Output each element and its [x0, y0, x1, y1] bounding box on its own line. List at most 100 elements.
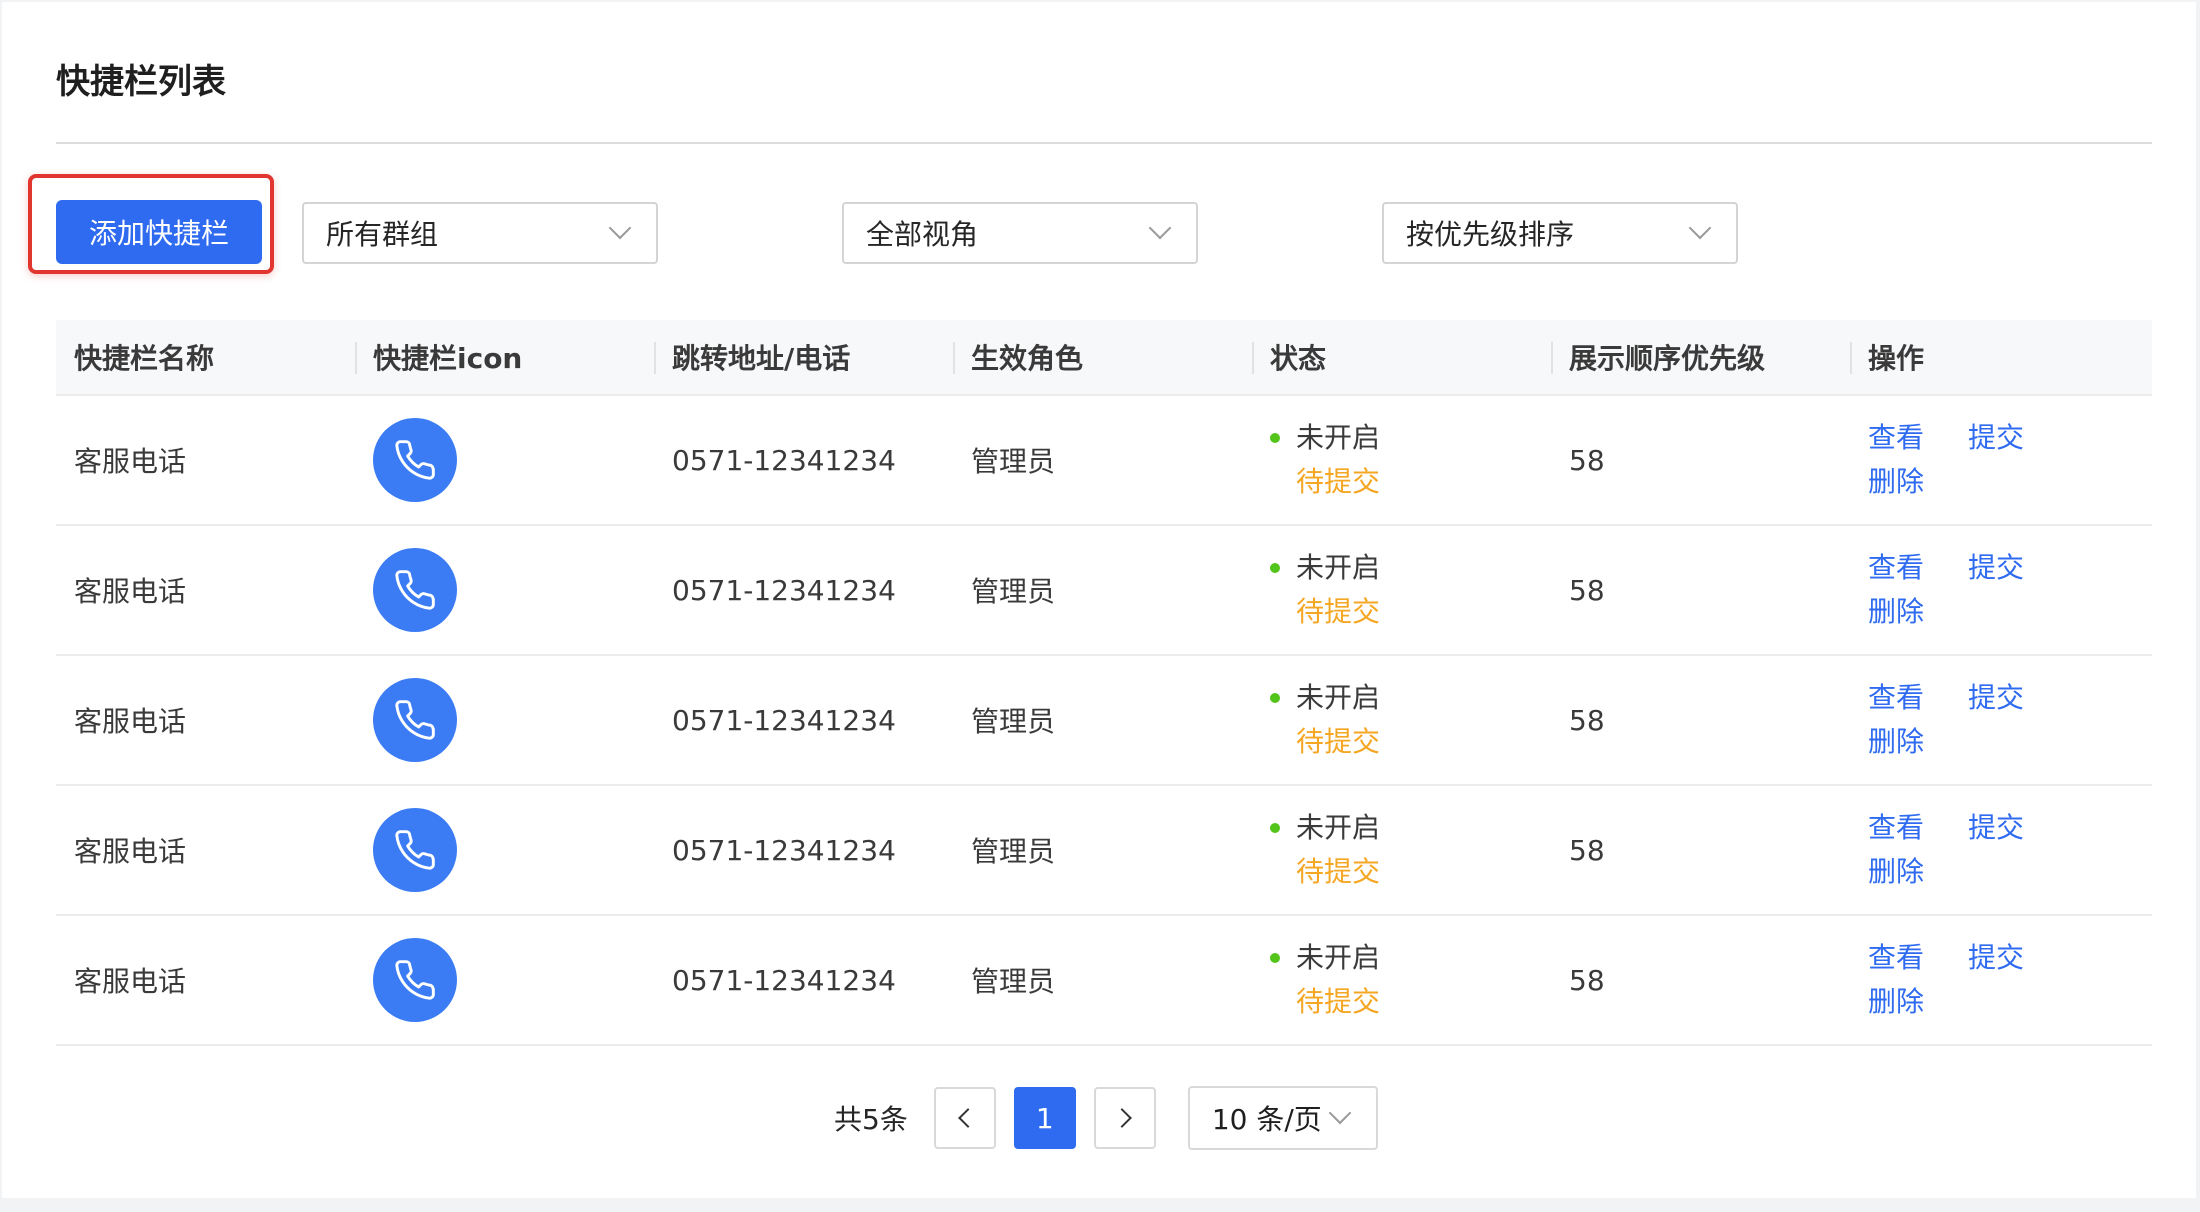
- status-line: 未开启: [1270, 416, 1380, 460]
- column-header-status: 状态: [1252, 320, 1551, 394]
- actions-line: 查看 提交: [1868, 546, 2068, 590]
- table-body: 客服电话 0571-12341234 管理员 未开启 待提交 58 查看 提交: [56, 396, 2152, 1046]
- actions-line: 查看 提交: [1868, 806, 2068, 850]
- status-line: 未开启: [1270, 936, 1380, 980]
- cell-priority: 58: [1569, 443, 1605, 477]
- actions-line: 删除: [1868, 720, 1968, 764]
- table-row: 客服电话 0571-12341234 管理员 未开启 待提交 58 查看 提交: [56, 916, 2152, 1046]
- actions-line: 查看 提交: [1868, 676, 2068, 720]
- status-text: 未开启: [1296, 421, 1381, 454]
- cell-target: 0571-12341234: [672, 703, 896, 737]
- submit-link[interactable]: 提交: [1968, 416, 2024, 460]
- view-link[interactable]: 查看: [1868, 676, 1924, 720]
- cell-role: 管理员: [971, 445, 1056, 478]
- status-text: 未开启: [1296, 551, 1381, 584]
- page-title: 快捷栏列表: [56, 62, 226, 102]
- cell-icon: [355, 396, 654, 524]
- cell-role: 管理员: [971, 835, 1056, 868]
- view-select[interactable]: 全部视角: [842, 202, 1198, 264]
- cell-actions: 查看 提交 删除: [1850, 656, 2152, 784]
- view-select-value: 全部视角: [866, 218, 979, 251]
- status-line: 未开启: [1270, 546, 1380, 590]
- sub-status-text: 待提交: [1296, 855, 1381, 888]
- actions-line: 删除: [1868, 980, 1968, 1024]
- cell-name: 客服电话: [74, 445, 187, 478]
- column-header-role: 生效角色: [953, 320, 1252, 394]
- column-header-actions: 操作: [1850, 320, 2152, 394]
- chevron-down-icon: [1688, 216, 1712, 240]
- chevron-down-icon: [608, 216, 632, 240]
- cell-name: 客服电话: [74, 965, 187, 998]
- status-dot: [1270, 563, 1280, 573]
- status-text: 未开启: [1296, 681, 1381, 714]
- delete-link[interactable]: 删除: [1868, 980, 1924, 1024]
- pagination: 共5条 1 10 条/页: [834, 1086, 1378, 1150]
- cell-status: 未开启 待提交: [1252, 656, 1551, 784]
- status-text: 未开启: [1296, 811, 1381, 844]
- cell-status: 未开启 待提交: [1252, 786, 1551, 914]
- page-number-button[interactable]: 1: [1013, 1087, 1076, 1149]
- shortcut-table: 快捷栏名称 快捷栏icon 跳转地址/电话 生效角色 状态 展示顺序优先级 操作…: [56, 320, 2152, 1046]
- column-header-name: 快捷栏名称: [74, 342, 215, 375]
- table-row: 客服电话 0571-12341234 管理员 未开启 待提交 58 查看 提交: [56, 656, 2152, 786]
- phone-icon: [373, 548, 457, 632]
- cell-actions: 查看 提交 删除: [1850, 396, 2152, 524]
- view-link[interactable]: 查看: [1868, 416, 1924, 460]
- status-dot: [1270, 433, 1280, 443]
- table-header: 快捷栏名称 快捷栏icon 跳转地址/电话 生效角色 状态 展示顺序优先级 操作: [56, 320, 2152, 396]
- page-size-select[interactable]: 10 条/页: [1187, 1086, 1378, 1150]
- table-row: 客服电话 0571-12341234 管理员 未开启 待提交 58 查看 提交: [56, 526, 2152, 656]
- cell-priority: 58: [1569, 573, 1605, 607]
- page-size-value: 10 条/页: [1211, 1103, 1322, 1136]
- status-line: 未开启: [1270, 676, 1380, 720]
- cell-name: 客服电话: [74, 705, 187, 738]
- cell-actions: 查看 提交 删除: [1850, 916, 2152, 1044]
- submit-link[interactable]: 提交: [1968, 936, 2024, 980]
- chevron-down-icon: [1328, 1101, 1352, 1125]
- sort-select-value: 按优先级排序: [1406, 218, 1575, 251]
- submit-link[interactable]: 提交: [1968, 676, 2024, 720]
- add-shortcut-button[interactable]: 添加快捷栏: [56, 200, 262, 264]
- cell-name: 客服电话: [74, 835, 187, 868]
- chevron-down-icon: [1148, 216, 1172, 240]
- cell-priority: 58: [1569, 703, 1605, 737]
- cell-priority: 58: [1569, 963, 1605, 997]
- status-dot: [1270, 693, 1280, 703]
- delete-link[interactable]: 删除: [1868, 720, 1924, 764]
- cell-role: 管理员: [971, 705, 1056, 738]
- cell-status: 未开启 待提交: [1252, 526, 1551, 654]
- delete-link[interactable]: 删除: [1868, 590, 1924, 634]
- column-header-target: 跳转地址/电话: [654, 320, 953, 394]
- cell-priority: 58: [1569, 833, 1605, 867]
- cell-status: 未开启 待提交: [1252, 396, 1551, 524]
- title-divider: [56, 142, 2152, 144]
- actions-line: 查看 提交: [1868, 936, 2068, 980]
- pagination-total: 共5条: [834, 1103, 908, 1136]
- delete-link[interactable]: 删除: [1868, 850, 1924, 894]
- column-header-icon: 快捷栏icon: [355, 320, 654, 394]
- submit-link[interactable]: 提交: [1968, 806, 2024, 850]
- column-header-priority: 展示顺序优先级: [1551, 320, 1850, 394]
- chevron-left-icon: [957, 1108, 978, 1128]
- phone-icon: [373, 678, 457, 762]
- view-link[interactable]: 查看: [1868, 936, 1924, 980]
- sort-select[interactable]: 按优先级排序: [1382, 202, 1738, 264]
- cell-status: 未开启 待提交: [1252, 916, 1551, 1044]
- view-link[interactable]: 查看: [1868, 546, 1924, 590]
- cell-target: 0571-12341234: [672, 573, 896, 607]
- actions-line: 删除: [1868, 850, 1968, 894]
- status-dot: [1270, 953, 1280, 963]
- actions-line: 删除: [1868, 590, 1968, 634]
- group-select[interactable]: 所有群组: [302, 202, 658, 264]
- content-card: 快捷栏列表 添加快捷栏 所有群组 全部视角 按优先级排序 快捷栏名称 快捷栏ic…: [2, 2, 2196, 1198]
- prev-page-button[interactable]: [933, 1087, 996, 1149]
- cell-role: 管理员: [971, 965, 1056, 998]
- cell-target: 0571-12341234: [672, 963, 896, 997]
- phone-icon: [373, 938, 457, 1022]
- submit-link[interactable]: 提交: [1968, 546, 2024, 590]
- next-page-button[interactable]: [1093, 1087, 1156, 1149]
- status-line: 未开启: [1270, 806, 1380, 850]
- delete-link[interactable]: 删除: [1868, 460, 1924, 504]
- view-link[interactable]: 查看: [1868, 806, 1924, 850]
- cell-target: 0571-12341234: [672, 833, 896, 867]
